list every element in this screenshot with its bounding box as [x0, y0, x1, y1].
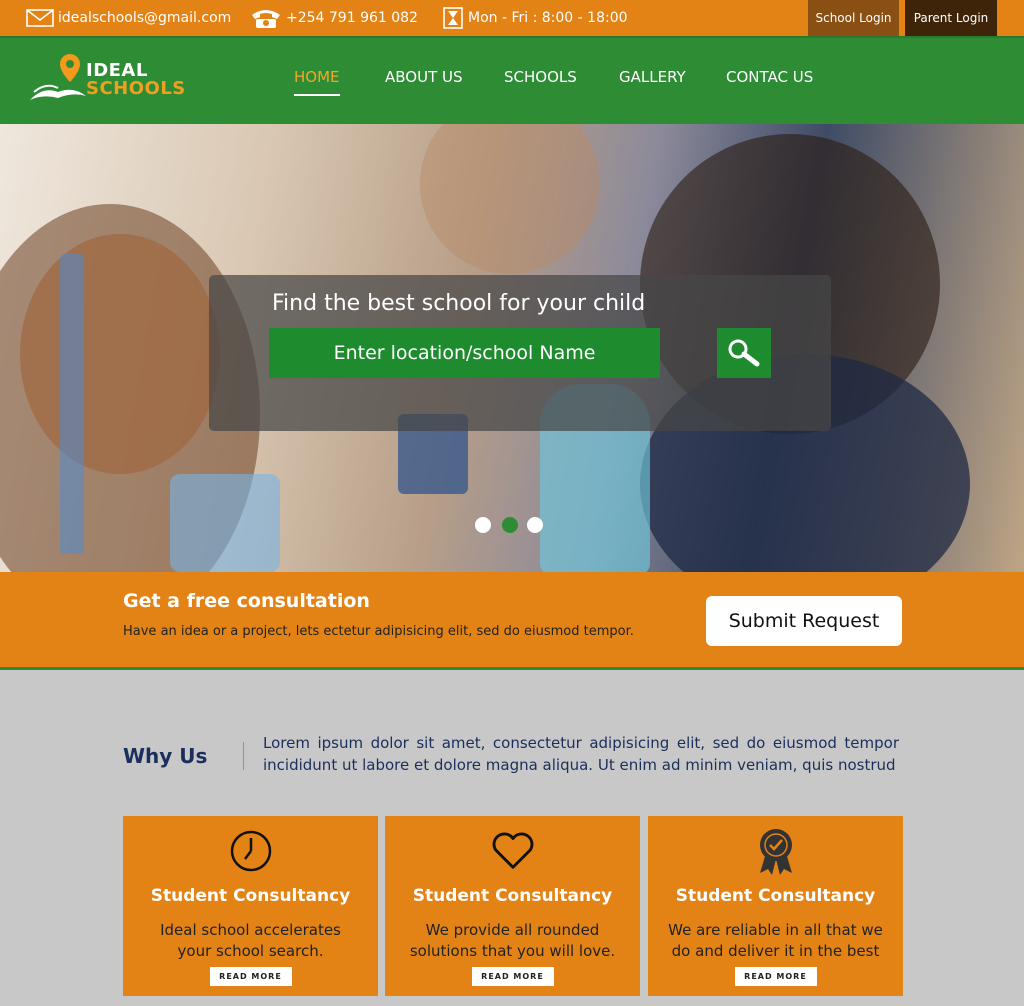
phone-text: +254 791 961 082: [286, 10, 418, 26]
consultation-banner: Get a free consultation Have an idea or …: [0, 572, 1024, 670]
feature-card: Student Consultancy Ideal school acceler…: [123, 816, 378, 996]
read-more-button[interactable]: READ MORE: [734, 967, 817, 986]
card-title: Student Consultancy: [412, 886, 613, 906]
logo[interactable]: IDEAL SCHOOLS: [28, 52, 188, 108]
search-input[interactable]: Enter location/school Name: [269, 328, 660, 378]
slider-dot-3[interactable]: [527, 517, 543, 533]
search-button[interactable]: [717, 328, 771, 378]
consultation-title: Get a free consultation: [123, 590, 370, 612]
card-title: Student Consultancy: [150, 886, 351, 906]
nav-schools[interactable]: SCHOOLS: [504, 68, 577, 86]
phone-info[interactable]: +254 791 961 082: [250, 0, 418, 36]
why-us-text: Lorem ipsum dolor sit amet, consectetur …: [263, 734, 899, 774]
nav-contact-us[interactable]: CONTAC US: [726, 68, 813, 86]
consultation-text: Have an idea or a project, lets ectetur …: [123, 624, 634, 639]
email-info[interactable]: idealschools@gmail.com: [26, 0, 231, 36]
why-us-title: Why Us: [123, 744, 208, 768]
mail-icon: [26, 9, 54, 27]
hours-info: Mon - Fri : 8:00 - 18:00: [442, 0, 628, 36]
email-text: idealschools@gmail.com: [58, 10, 232, 26]
card-title: Student Consultancy: [675, 886, 876, 906]
search-panel: Find the best school for your child Ente…: [209, 275, 831, 431]
heart-icon: [490, 828, 536, 874]
card-text: We provide all rounded solutions that yo…: [409, 921, 616, 960]
logo-icon: [30, 54, 86, 100]
hero-banner: Find the best school for your child Ente…: [0, 124, 1024, 572]
nav-gallery[interactable]: GALLERY: [619, 68, 686, 86]
award-badge-icon: [753, 828, 799, 875]
phone-icon: [252, 10, 280, 28]
feature-card: Student Consultancy We are reliable in a…: [648, 816, 903, 996]
hero-title: Find the best school for your child: [272, 291, 646, 316]
parent-login-button[interactable]: Parent Login: [905, 0, 997, 36]
logo-text-schools: SCHOOLS: [86, 78, 186, 99]
slider-dot-2[interactable]: [502, 517, 518, 533]
read-more-button[interactable]: READ MORE: [471, 967, 554, 986]
feature-card: Student Consultancy We provide all round…: [385, 816, 640, 996]
hours-text: Mon - Fri : 8:00 - 18:00: [468, 10, 628, 26]
submit-request-button[interactable]: Submit Request: [706, 596, 902, 646]
read-more-button[interactable]: READ MORE: [209, 967, 292, 986]
top-bar: idealschools@gmail.com +254 791 961 082 …: [0, 0, 1024, 36]
card-text: We are reliable in all that we do and de…: [668, 921, 883, 960]
clock-icon: [228, 828, 274, 874]
nav-about-us[interactable]: ABOUT US: [385, 68, 463, 86]
slider-dot-1[interactable]: [475, 517, 491, 533]
card-text: Ideal school accelerates your school sea…: [160, 921, 341, 960]
hourglass-icon: [443, 7, 463, 29]
school-login-button[interactable]: School Login: [808, 0, 899, 36]
main-header: IDEAL SCHOOLS HOME ABOUT US SCHOOLS GALL…: [0, 36, 1024, 124]
search-icon: [728, 339, 760, 367]
why-us-divider: [243, 742, 244, 770]
nav-home[interactable]: HOME: [294, 68, 340, 96]
